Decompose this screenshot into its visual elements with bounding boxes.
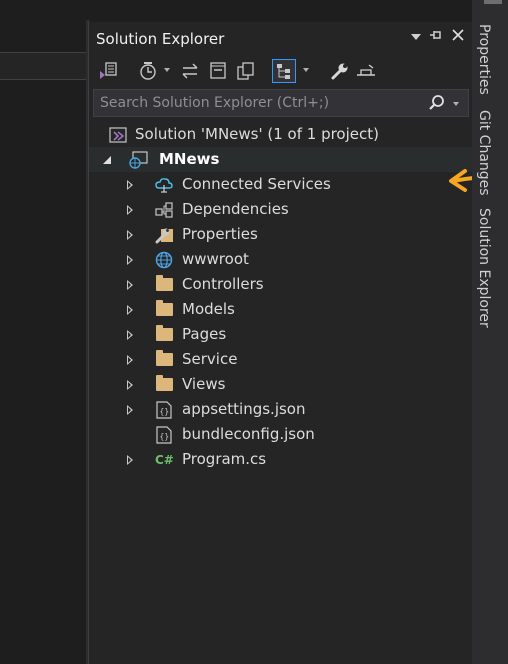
preview-selected-items-icon[interactable] [272, 59, 296, 83]
side-tab-strip: Properties Git Changes Solution Explorer [472, 0, 508, 664]
expand-icon[interactable] [127, 180, 133, 190]
item-label: Properties [182, 225, 258, 243]
expand-icon[interactable] [127, 380, 133, 390]
item-label: Program.cs [182, 450, 267, 468]
item-label: Models [182, 300, 235, 318]
expand-icon[interactable] [127, 455, 133, 465]
code-editor-area [0, 0, 88, 664]
item-label: Controllers [182, 275, 264, 293]
svg-text:C#: C# [155, 453, 174, 467]
expand-icon[interactable] [127, 355, 133, 365]
side-tab-properties[interactable]: Properties [476, 24, 492, 95]
folder-icon [156, 325, 173, 341]
solution-explorer-panel: Solution Explorer Search Solution Explor… [88, 22, 508, 664]
sync-with-active-document-icon[interactable] [179, 60, 201, 82]
pin-icon[interactable] [427, 28, 445, 48]
expand-icon[interactable] [127, 205, 133, 215]
expand-icon[interactable] [127, 255, 133, 265]
project-node[interactable]: MNews [89, 147, 473, 172]
close-icon[interactable] [449, 28, 467, 48]
tree-item-service[interactable]: Service [89, 347, 473, 372]
solution-icon [109, 126, 127, 144]
search-options-dropdown-icon[interactable] [453, 102, 459, 106]
search-box[interactable] [93, 89, 469, 117]
item-label: Dependencies [182, 200, 289, 218]
solution-explorer-toolbar [89, 56, 473, 86]
item-label: Connected Services [182, 175, 331, 193]
tree-item-bundleconfig[interactable]: {} bundleconfig.json [89, 422, 473, 447]
tree-item-views[interactable]: Views [89, 372, 473, 397]
search-icon[interactable] [428, 94, 446, 116]
collapse-project-icon[interactable] [103, 156, 111, 164]
properties-icon[interactable] [329, 60, 351, 82]
folder-icon [156, 375, 173, 391]
editor-tab-strip [0, 52, 88, 80]
globe-icon [155, 251, 173, 269]
json-file-icon: {} [156, 426, 174, 444]
svg-text:{}: {} [160, 407, 170, 416]
svg-text:{}: {} [160, 432, 170, 441]
connected-services-icon [155, 176, 173, 194]
show-all-files-icon[interactable] [235, 60, 257, 82]
dependencies-icon [155, 201, 173, 219]
json-file-icon: {} [156, 401, 174, 419]
item-label: Views [182, 375, 226, 393]
properties-wrench-icon [155, 226, 173, 244]
pending-changes-filter-icon[interactable] [137, 60, 159, 82]
folder-icon [156, 275, 173, 291]
switch-views-icon[interactable] [97, 60, 119, 82]
tree-item-connected-services[interactable]: Connected Services [89, 172, 473, 197]
expand-icon[interactable] [127, 280, 133, 290]
csharp-file-icon: C# [155, 451, 174, 469]
tree-item-program-cs[interactable]: C# Program.cs [89, 447, 473, 472]
web-project-icon [129, 151, 148, 169]
item-label: bundleconfig.json [182, 425, 315, 443]
solution-label: Solution 'MNews' (1 of 1 project) [135, 125, 379, 143]
item-label: Pages [182, 325, 227, 343]
tree-item-dependencies[interactable]: Dependencies [89, 197, 473, 222]
solution-node[interactable]: Solution 'MNews' (1 of 1 project) [89, 122, 473, 147]
settings-icon[interactable] [355, 60, 377, 82]
item-label: wwwroot [182, 250, 249, 268]
project-label: MNews [159, 150, 220, 168]
tree-item-appsettings[interactable]: {} appsettings.json [89, 397, 473, 422]
tree-item-models[interactable]: Models [89, 297, 473, 322]
side-tab-solution-explorer[interactable]: Solution Explorer [476, 208, 492, 328]
side-tab-git-changes[interactable]: Git Changes [476, 110, 492, 196]
editor-top-bar [0, 0, 88, 22]
expand-icon[interactable] [127, 405, 133, 415]
expand-icon[interactable] [127, 305, 133, 315]
collapse-all-icon[interactable] [207, 60, 229, 82]
tree-item-wwwroot[interactable]: wwwroot [89, 247, 473, 272]
expand-icon[interactable] [127, 230, 133, 240]
search-input[interactable] [100, 93, 420, 113]
window-position-icon[interactable] [407, 28, 425, 48]
tree-item-pages[interactable]: Pages [89, 322, 473, 347]
item-label: appsettings.json [182, 400, 306, 418]
pending-changes-dropdown-icon[interactable] [164, 68, 170, 72]
folder-icon [156, 300, 173, 316]
panel-title: Solution Explorer [96, 30, 225, 48]
folder-icon [156, 350, 173, 366]
preview-dropdown-icon[interactable] [303, 68, 309, 72]
tree-item-properties[interactable]: Properties [89, 222, 473, 247]
expand-icon[interactable] [127, 330, 133, 340]
item-label: Service [182, 350, 238, 368]
tree-item-controllers[interactable]: Controllers [89, 272, 473, 297]
window-edge [484, 0, 502, 4]
